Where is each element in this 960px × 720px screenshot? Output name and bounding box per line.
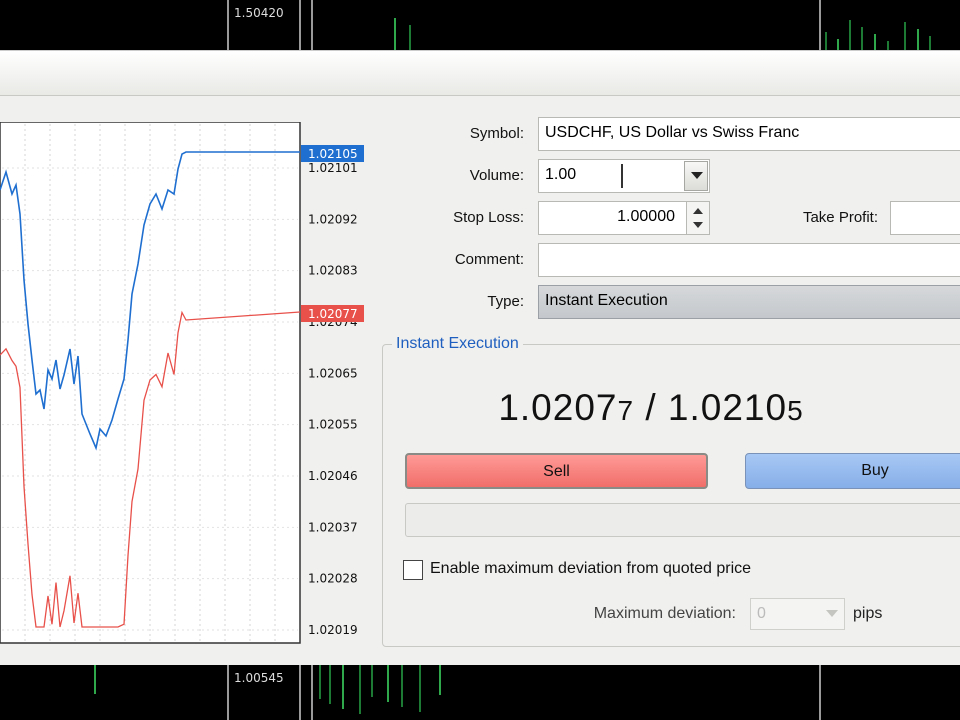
takeprofit-label: Take Profit: <box>802 209 878 226</box>
quote-separator: / <box>645 387 657 428</box>
ask-quote-last-digit: 5 <box>787 395 804 426</box>
max-deviation-checkbox[interactable] <box>403 560 423 580</box>
price-axis-label: 1.02092 <box>308 212 358 226</box>
chevron-down-icon <box>826 610 838 617</box>
bid-price-marker-text: 1.02077 <box>308 307 358 321</box>
bid-quote-main: 1.0207 <box>498 387 618 428</box>
tick-chart: 1.021011.020921.020831.020741.020651.020… <box>0 122 368 653</box>
price-axis-label: 1.02101 <box>308 161 358 175</box>
type-value: Instant Execution <box>545 292 668 309</box>
max-deviation-select[interactable]: 0 <box>750 598 845 630</box>
volume-label: Volume: <box>469 167 524 184</box>
stoploss-label: Stop Loss: <box>453 209 524 226</box>
type-label: Type: <box>487 293 524 310</box>
price-axis-label: 1.02083 <box>308 264 358 278</box>
pips-label: pips <box>853 605 883 622</box>
comment-input[interactable] <box>538 243 960 277</box>
stoploss-field[interactable]: 1.00000 <box>538 201 710 235</box>
symbol-label: Symbol: <box>469 125 524 142</box>
price-axis-label: 1.02037 <box>308 520 358 534</box>
price-axis-label: 1.02046 <box>308 469 358 483</box>
price-quote: 1.02077 / 1.02105 <box>406 387 896 429</box>
background-price-label-bottom: 1.00545 <box>234 670 294 686</box>
comment-label: Comment: <box>454 251 524 268</box>
chevron-down-icon <box>691 172 703 179</box>
max-deviation-label: Maximum deviation: <box>593 605 736 622</box>
bid-quote-last-digit: 7 <box>617 395 635 426</box>
order-dialog: 1.021011.020921.020831.020741.020651.020… <box>0 50 960 665</box>
tick-chart-svg: 1.021011.020921.020831.020741.020651.020… <box>0 122 364 644</box>
max-deviation-value: 0 <box>757 605 766 622</box>
buy-button[interactable]: Buy <box>745 453 960 489</box>
spin-up-icon[interactable] <box>693 208 703 214</box>
ask-quote-main: 1.0210 <box>667 387 788 428</box>
ask-price-marker-text: 1.02105 <box>308 147 358 161</box>
execution-status-bar <box>405 503 960 537</box>
max-deviation-checkbox-label[interactable]: Enable maximum deviation from quoted pri… <box>430 560 751 578</box>
type-select[interactable]: Instant Execution <box>538 285 960 319</box>
volume-dropdown-button[interactable] <box>684 161 708 191</box>
price-axis-label: 1.02019 <box>308 623 358 637</box>
text-cursor-icon <box>621 164 623 188</box>
price-axis-label: 1.02028 <box>308 572 358 586</box>
symbol-select-value: USDCHF, US Dollar vs Swiss Franc <box>545 124 800 141</box>
instant-execution-group-title: Instant Execution <box>392 335 523 353</box>
takeprofit-field[interactable] <box>890 201 960 235</box>
volume-value: 1.00 <box>545 166 577 183</box>
dialog-titlebar[interactable] <box>0 51 960 96</box>
sell-button[interactable]: Sell <box>405 453 708 489</box>
volume-combo[interactable]: 1.00 <box>538 159 710 193</box>
price-axis: 1.021011.020921.020831.020741.020651.020… <box>308 161 358 637</box>
stoploss-value: 1.00000 <box>617 208 675 225</box>
background-chart-top <box>227 0 931 56</box>
symbol-select[interactable]: USDCHF, US Dollar vs Swiss Franc <box>538 117 960 151</box>
stoploss-spinner[interactable] <box>686 202 709 234</box>
spin-down-icon[interactable] <box>693 222 703 228</box>
background-chart-bottom <box>94 664 821 720</box>
price-axis-label: 1.02065 <box>308 366 358 380</box>
price-axis-label: 1.02055 <box>308 418 358 432</box>
background-price-label-top: 1.50420 <box>234 5 294 21</box>
